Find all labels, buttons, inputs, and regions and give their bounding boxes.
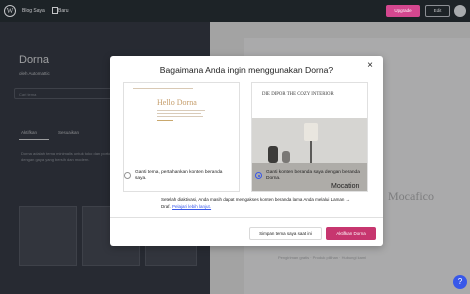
card-photo-caption: Mocation [331,183,360,190]
image-lamp-stand [310,141,312,163]
image-vase-small [282,151,290,163]
site-name-link[interactable]: Blog Saya [22,8,45,14]
activation-dialog: Bagaimana Anda ingin menggunakan Dorna? … [110,56,383,246]
card-text-line [157,110,205,111]
new-content-link[interactable]: Baru [58,8,69,14]
help-icon[interactable]: ? [453,275,467,289]
radio-replace-content[interactable] [255,172,262,179]
admin-bar: W Blog Saya Baru Upgrade Edit [0,0,470,22]
card-link-line [157,120,173,121]
edit-button[interactable]: Edit [425,5,450,17]
activate-theme-button[interactable]: Aktifkan Dorna [326,227,376,240]
card-right-title: DIE DIPOR THE COZY INTERIOR [262,92,334,97]
avatar[interactable] [454,5,466,17]
option-replace-label[interactable]: Ganti konten beranda saya dengan beranda… [266,170,361,182]
card-left-title: Hello Dorna [157,98,197,107]
dialog-divider [110,217,383,218]
image-vase [268,146,278,163]
option-keep-label[interactable]: Ganti tema, pertahankan konten beranda s… [135,170,230,182]
card-header-line [133,88,193,89]
activation-note: Setelah diaktivasi, Anda masih dapat men… [161,197,351,210]
dialog-title: Bagaimana Anda ingin menggunakan Dorna? [159,65,334,75]
keep-theme-button[interactable]: Simpan tema saya saat ini [249,227,322,240]
image-lamp [304,123,318,141]
learn-more-link[interactable]: Pelajari lebih lanjut. [172,204,211,209]
card-text-line [157,113,201,114]
card-text-line [157,116,203,117]
wordpress-logo-icon[interactable]: W [4,5,16,17]
close-icon[interactable]: × [363,59,377,73]
upgrade-button[interactable]: Upgrade [386,5,420,17]
radio-keep-content[interactable] [124,172,131,179]
